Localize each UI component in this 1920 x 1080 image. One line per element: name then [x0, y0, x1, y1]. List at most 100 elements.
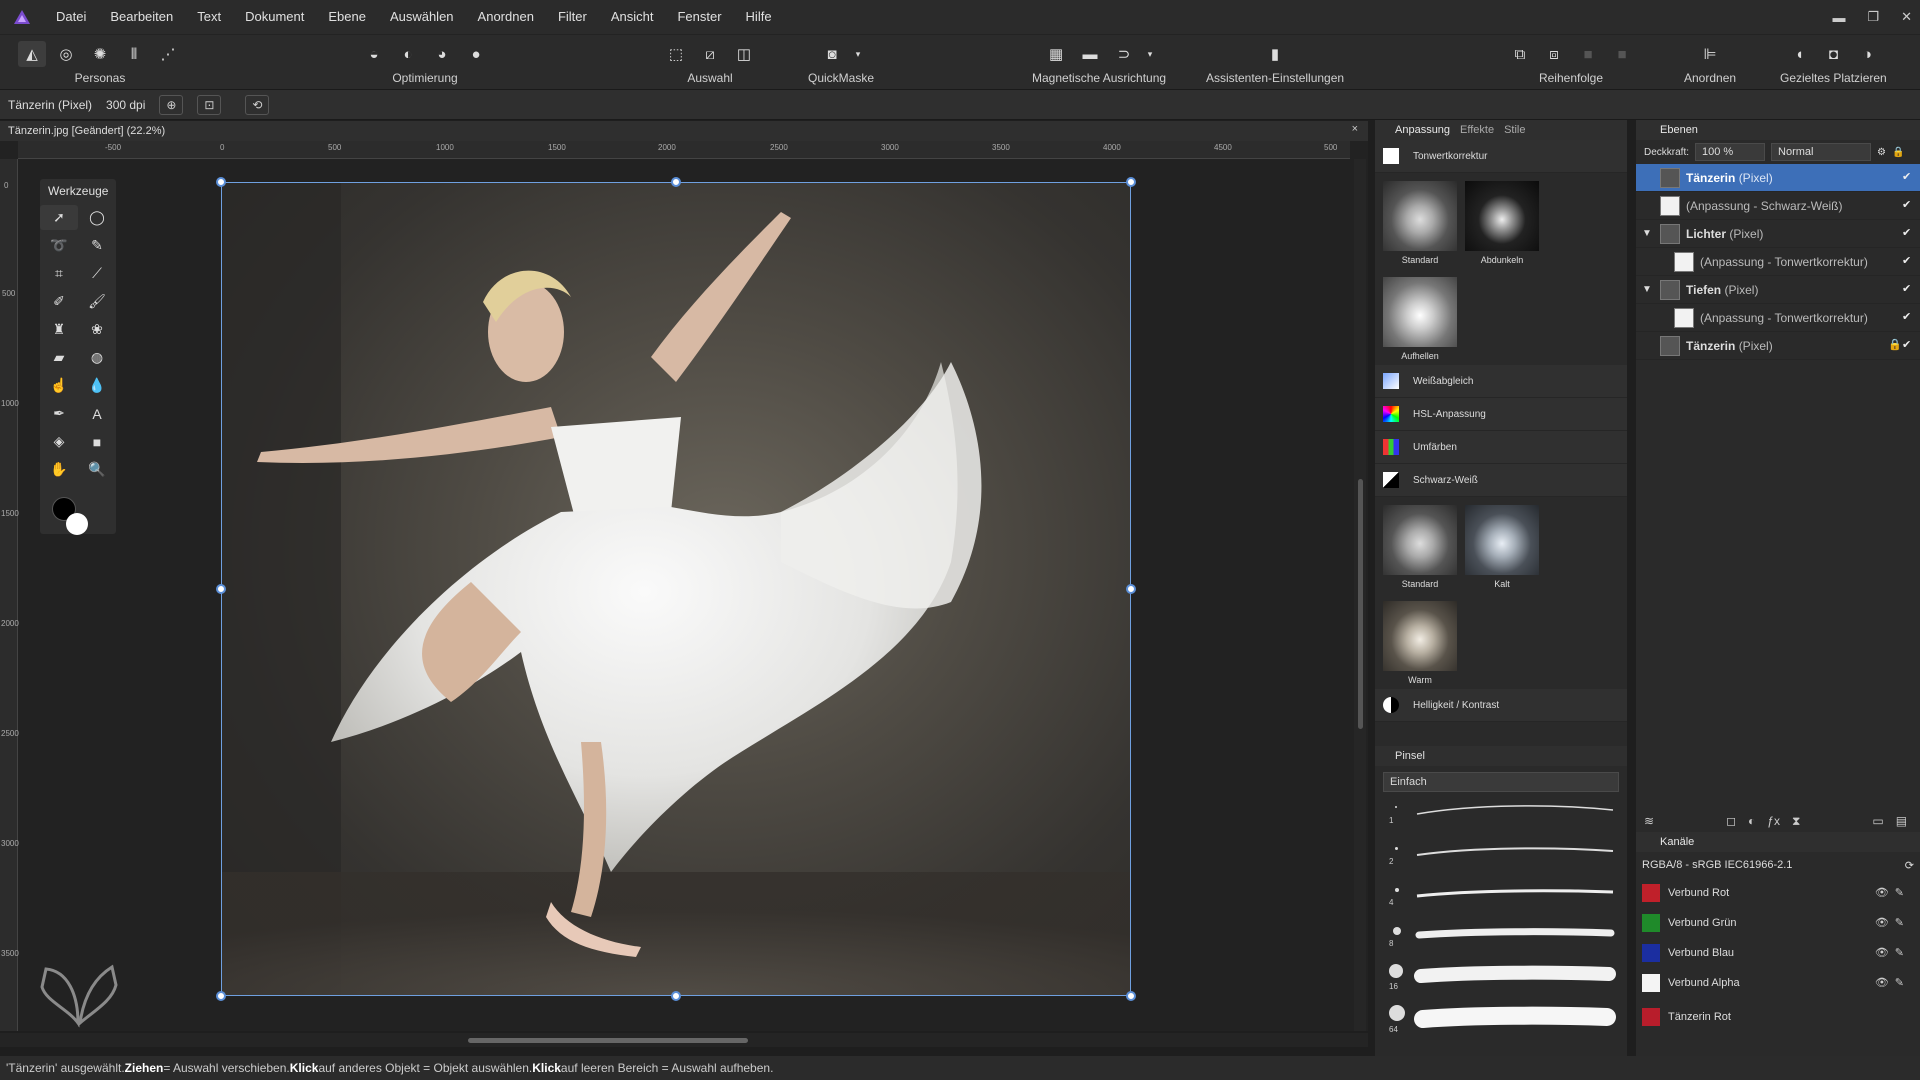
vertical-scrollbar[interactable]: [1354, 159, 1366, 1031]
pen-icon[interactable]: ✒: [40, 401, 78, 426]
layer-row[interactable]: (Anpassung - Schwarz-Weiß) ✔: [1636, 192, 1920, 220]
vertical-ruler[interactable]: 0 500 1000 1500 2000 2500 3000 3500: [0, 159, 19, 1031]
resize-handle-n[interactable]: [671, 177, 681, 187]
hand-icon[interactable]: ✋: [40, 457, 78, 482]
show-bounds-icon[interactable]: ⊡: [197, 94, 222, 115]
adj-schwarz-weiss[interactable]: Schwarz-Weiß: [1375, 464, 1627, 497]
lock-icon[interactable]: 🔒: [1888, 339, 1902, 351]
menu-ebene[interactable]: Ebene: [316, 0, 378, 34]
expand-triangle-icon[interactable]: ▼: [1642, 228, 1656, 239]
photo-persona-icon[interactable]: ◭: [18, 41, 46, 67]
auto-levels-icon[interactable]: ◒: [360, 41, 388, 67]
tab-effekte[interactable]: Effekte: [1460, 124, 1494, 136]
rectangle-icon[interactable]: ■: [78, 429, 116, 454]
brush-size-1[interactable]: 1: [1375, 798, 1627, 839]
preset-standard[interactable]: Standard: [1383, 181, 1457, 267]
document-tab[interactable]: Tänzerin.jpg [Geändert] (22.2%) ×: [0, 121, 1368, 141]
adjustment-icon[interactable]: ◐: [1748, 814, 1755, 828]
resize-handle-e[interactable]: [1126, 584, 1136, 594]
channel-row[interactable]: Verbund Alpha 👁✎: [1636, 968, 1920, 998]
channel-row[interactable]: Verbund Blau 👁✎: [1636, 938, 1920, 968]
menu-anordnen[interactable]: Anordnen: [466, 0, 546, 34]
zoom-icon[interactable]: 🔍: [78, 457, 116, 482]
visibility-checkbox[interactable]: ✔: [1902, 255, 1914, 267]
preset-standard-bw[interactable]: Standard: [1383, 505, 1457, 591]
menu-text[interactable]: Text: [185, 0, 233, 34]
preset-aufhellen[interactable]: Aufhellen: [1383, 277, 1457, 363]
adj-helligkeit-kontrast[interactable]: Helligkeit / Kontrast: [1375, 689, 1627, 722]
assistant-icon[interactable]: ▮: [1261, 41, 1289, 67]
preset-abdunkeln[interactable]: Abdunkeln: [1465, 181, 1539, 267]
transform-origin-icon[interactable]: ⊕: [159, 94, 184, 115]
minimize-icon[interactable]: ▬: [1832, 10, 1845, 25]
adj-tonwertkorrektur[interactable]: Tonwertkorrektur: [1375, 140, 1627, 173]
resize-handle-s[interactable]: [671, 991, 681, 1001]
channel-row[interactable]: Verbund Grün 👁✎: [1636, 908, 1920, 938]
mask-icon[interactable]: ◻: [1726, 814, 1736, 828]
paint-brush-icon[interactable]: ✐: [40, 289, 78, 314]
eye-icon[interactable]: 👁✎: [1875, 886, 1910, 899]
healing-icon[interactable]: ❀: [78, 317, 116, 342]
insert-top-icon[interactable]: ◘: [1819, 41, 1847, 67]
visibility-checkbox[interactable]: ✔: [1902, 171, 1914, 183]
layers-stack-icon[interactable]: ≋: [1644, 814, 1654, 828]
chevron-down-icon[interactable]: ▾: [1144, 41, 1156, 67]
lasso-icon[interactable]: ➰: [40, 233, 78, 258]
chevron-down-icon[interactable]: ▾: [852, 41, 864, 67]
adj-weissabgleich[interactable]: Weißabgleich: [1375, 365, 1627, 398]
horizontal-scrollbar[interactable]: [0, 1033, 1368, 1047]
auto-contrast-icon[interactable]: ◐: [394, 41, 422, 67]
dodge-icon[interactable]: ◍: [78, 345, 116, 370]
visibility-checkbox[interactable]: ✔: [1902, 227, 1914, 239]
quickmask-icon[interactable]: ◙: [818, 41, 846, 67]
background-color-swatch[interactable]: [66, 513, 88, 535]
crop-icon[interactable]: ⌗: [40, 261, 78, 286]
adj-hsl[interactable]: HSL-Anpassung: [1375, 398, 1627, 431]
rotate-icon[interactable]: ⟲: [245, 94, 270, 115]
selection-bounding-box[interactable]: [221, 182, 1131, 996]
opacity-field[interactable]: 100 %: [1695, 143, 1766, 161]
resize-handle-w[interactable]: [216, 584, 226, 594]
restore-icon[interactable]: ❐: [1867, 9, 1879, 25]
eye-icon[interactable]: 👁✎: [1875, 976, 1910, 989]
clone-stamp-icon[interactable]: ♜: [40, 317, 78, 342]
scroll-thumb[interactable]: [468, 1038, 748, 1043]
adj-umfaerben[interactable]: Umfärben: [1375, 431, 1627, 464]
preset-warm[interactable]: Warm: [1383, 601, 1457, 687]
snap-grid-icon[interactable]: ▦: [1042, 41, 1070, 67]
live-filter-icon[interactable]: ⧗: [1792, 814, 1800, 829]
channel-row[interactable]: Verbund Rot 👁✎: [1636, 878, 1920, 908]
menu-bearbeiten[interactable]: Bearbeiten: [98, 0, 185, 34]
brush-size-64[interactable]: 64: [1375, 1003, 1627, 1044]
channel-row[interactable]: Tänzerin Rot: [1636, 1002, 1920, 1032]
preset-kalt[interactable]: Kalt: [1465, 505, 1539, 591]
snap-align-icon[interactable]: ▬: [1076, 41, 1104, 67]
auto-white-balance-icon[interactable]: ●: [462, 41, 490, 67]
insert-inside-icon[interactable]: ◑: [1853, 41, 1881, 67]
brush-icon[interactable]: 🖌: [78, 289, 116, 314]
blend-mode-select[interactable]: Normal: [1771, 143, 1872, 161]
close-window-icon[interactable]: ✕: [1901, 9, 1912, 25]
menu-filter[interactable]: Filter: [546, 0, 599, 34]
layer-row[interactable]: (Anpassung - Tonwertkorrektur) ✔: [1636, 248, 1920, 276]
text-tool-icon[interactable]: A: [78, 401, 116, 426]
layer-row[interactable]: ▼ Tiefen (Pixel) ✔: [1636, 276, 1920, 304]
menu-fenster[interactable]: Fenster: [665, 0, 733, 34]
resize-handle-ne[interactable]: [1126, 177, 1136, 187]
move-back-icon[interactable]: ⧉: [1506, 41, 1534, 67]
tab-stile[interactable]: Stile: [1504, 124, 1525, 136]
brush-category-select[interactable]: Einfach: [1383, 772, 1619, 792]
move-backward-icon[interactable]: ■: [1608, 41, 1636, 67]
deselect-icon[interactable]: ⧄: [696, 41, 724, 67]
liquify-persona-icon[interactable]: ◎: [52, 41, 80, 67]
visibility-checkbox[interactable]: ✔: [1902, 339, 1914, 351]
eyedropper-icon[interactable]: ⟋: [78, 261, 116, 286]
smudge-icon[interactable]: ☝: [40, 373, 78, 398]
insert-behind-icon[interactable]: ◖: [1785, 41, 1813, 67]
menu-datei[interactable]: Datei: [44, 0, 98, 34]
export-persona-icon[interactable]: ⋰: [154, 41, 182, 67]
close-document-icon[interactable]: ×: [1352, 123, 1358, 135]
brush-size-8[interactable]: 8: [1375, 921, 1627, 962]
move-forward-icon[interactable]: ■: [1574, 41, 1602, 67]
lock-icon[interactable]: 🔒: [1892, 147, 1904, 158]
